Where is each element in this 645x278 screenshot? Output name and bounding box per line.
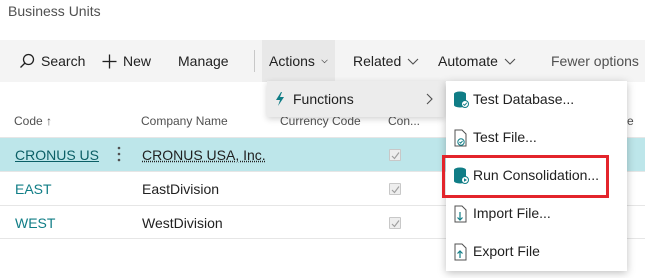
automate-menu-button[interactable]: Automate [438, 40, 516, 82]
actions-label: Actions [269, 53, 315, 69]
column-code-label: Code [14, 114, 43, 128]
plus-icon [102, 54, 117, 68]
column-header-code[interactable]: Code ↑ [14, 114, 52, 128]
sort-ascending-icon: ↑ [46, 114, 53, 128]
company-name-cell[interactable]: CRONUS USA, Inc. [142, 147, 266, 163]
page-title: Business Units [8, 3, 101, 19]
chevron-right-icon [426, 93, 433, 105]
checkmark-icon [391, 186, 400, 194]
company-name-cell[interactable]: WestDivision [142, 215, 223, 231]
lightning-icon [276, 92, 284, 106]
column-header-trailing[interactable]: e [627, 114, 634, 128]
fewer-options-button[interactable]: Fewer options [551, 40, 639, 82]
checkmark-icon [391, 152, 400, 160]
file-import-icon [454, 205, 467, 223]
consolidate-checkbox[interactable] [389, 183, 401, 195]
menu-item-label: Test Database... [473, 91, 575, 107]
menu-item-label: Export File [473, 243, 540, 259]
menu-item-export-file[interactable]: Export File [446, 233, 627, 271]
code-cell[interactable]: EAST [15, 181, 52, 197]
checkmark-icon [391, 220, 400, 228]
company-name-cell[interactable]: EastDivision [142, 181, 219, 197]
menu-item-functions-label: Functions [293, 91, 354, 107]
menu-item-test-file[interactable]: Test File... [446, 119, 627, 157]
search-icon [20, 53, 35, 68]
search-label: Search [41, 53, 86, 69]
new-label: New [123, 53, 152, 69]
chevron-down-icon [504, 58, 516, 65]
menu-item-label: Test File... [473, 129, 537, 145]
file-check-icon [454, 129, 467, 147]
more-options-icon[interactable] [112, 144, 126, 164]
code-cell[interactable]: WEST [15, 215, 55, 231]
chevron-down-icon [321, 59, 328, 64]
toolbar-separator [254, 50, 255, 72]
actions-menu-button[interactable]: Actions [262, 40, 335, 82]
annotation-highlight-box [442, 155, 609, 198]
chevron-down-icon [407, 58, 419, 65]
automate-label: Automate [438, 53, 498, 69]
file-export-icon [454, 243, 467, 261]
fewer-options-label: Fewer options [551, 53, 639, 69]
actions-dropdown: Functions [267, 81, 445, 117]
manage-label: Manage [178, 53, 229, 69]
related-menu-button[interactable]: Related [353, 40, 419, 82]
menu-item-functions[interactable]: Functions [267, 81, 445, 117]
column-header-company[interactable]: Company Name [141, 114, 228, 128]
consolidate-checkbox[interactable] [389, 217, 401, 229]
search-button[interactable]: Search [19, 40, 85, 82]
new-button[interactable]: New [102, 40, 151, 82]
related-label: Related [353, 53, 402, 69]
action-bar: Search New Manage Actions Related Automa… [0, 40, 645, 82]
menu-item-test-database[interactable]: Test Database... [446, 81, 627, 119]
database-check-icon [454, 91, 469, 108]
menu-item-import-file[interactable]: Import File... [446, 195, 627, 233]
manage-button[interactable]: Manage [178, 40, 229, 82]
code-cell[interactable]: CRONUS US [15, 147, 99, 163]
consolidate-checkbox[interactable] [389, 149, 401, 161]
menu-item-label: Import File... [473, 205, 551, 221]
